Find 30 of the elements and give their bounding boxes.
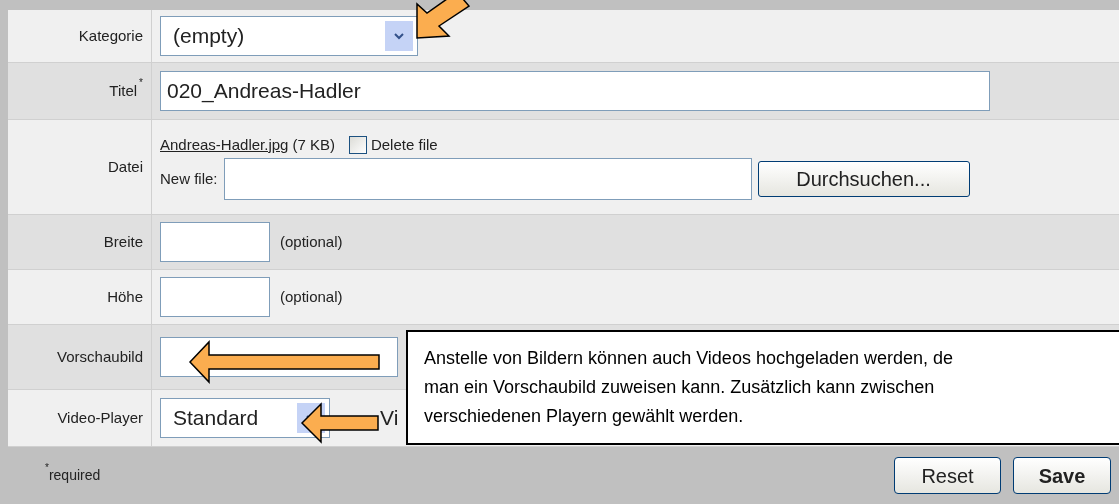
required-note: required [48, 467, 101, 485]
required-mark: * [45, 463, 49, 473]
field-note: Vi [380, 405, 399, 432]
field-label: Datei [107, 156, 143, 177]
field-label: Titel [109, 80, 138, 101]
number-field[interactable] [160, 277, 270, 317]
file-size: (7 KB) [292, 134, 335, 155]
field-note: (optional) [280, 231, 343, 252]
delete-checkbox[interactable] [348, 136, 367, 154]
checkbox-label: Delete file [370, 134, 438, 155]
field-label: Kategorie [78, 25, 143, 46]
callout-text: Anstelle von Bildern können auch Videos hochgeladen werden, de man ein Vorschaubild zuweisen kann. Zusätzlich kann zwischen verschiedenen Playern gewählt werden. [406, 330, 1119, 445]
field-label: Video-Player [57, 407, 143, 428]
field-label: Höhe [107, 286, 143, 307]
save-button[interactable]: Save [1013, 457, 1111, 494]
reset-button[interactable]: Reset [894, 457, 1001, 494]
file-link[interactable]: Andreas-Hadler.jpg [160, 133, 289, 157]
browse-button[interactable]: Durchsuchen... [757, 161, 970, 198]
file-path-field[interactable] [223, 158, 752, 201]
field-label: New file: [160, 169, 218, 189]
dropdown[interactable]: Standard [160, 398, 330, 438]
text-field[interactable]: 020_Andreas-Hadler [160, 71, 990, 111]
pointer-arrow [415, 0, 471, 40]
required-mark: * [139, 77, 143, 88]
field-label: Vorschaubild [57, 346, 143, 367]
chevron-down-icon [394, 32, 404, 40]
dropdown[interactable]: (empty) [160, 16, 418, 56]
field-label: Breite [103, 231, 143, 252]
field-note: (optional) [280, 286, 343, 307]
number-field[interactable] [160, 222, 270, 262]
